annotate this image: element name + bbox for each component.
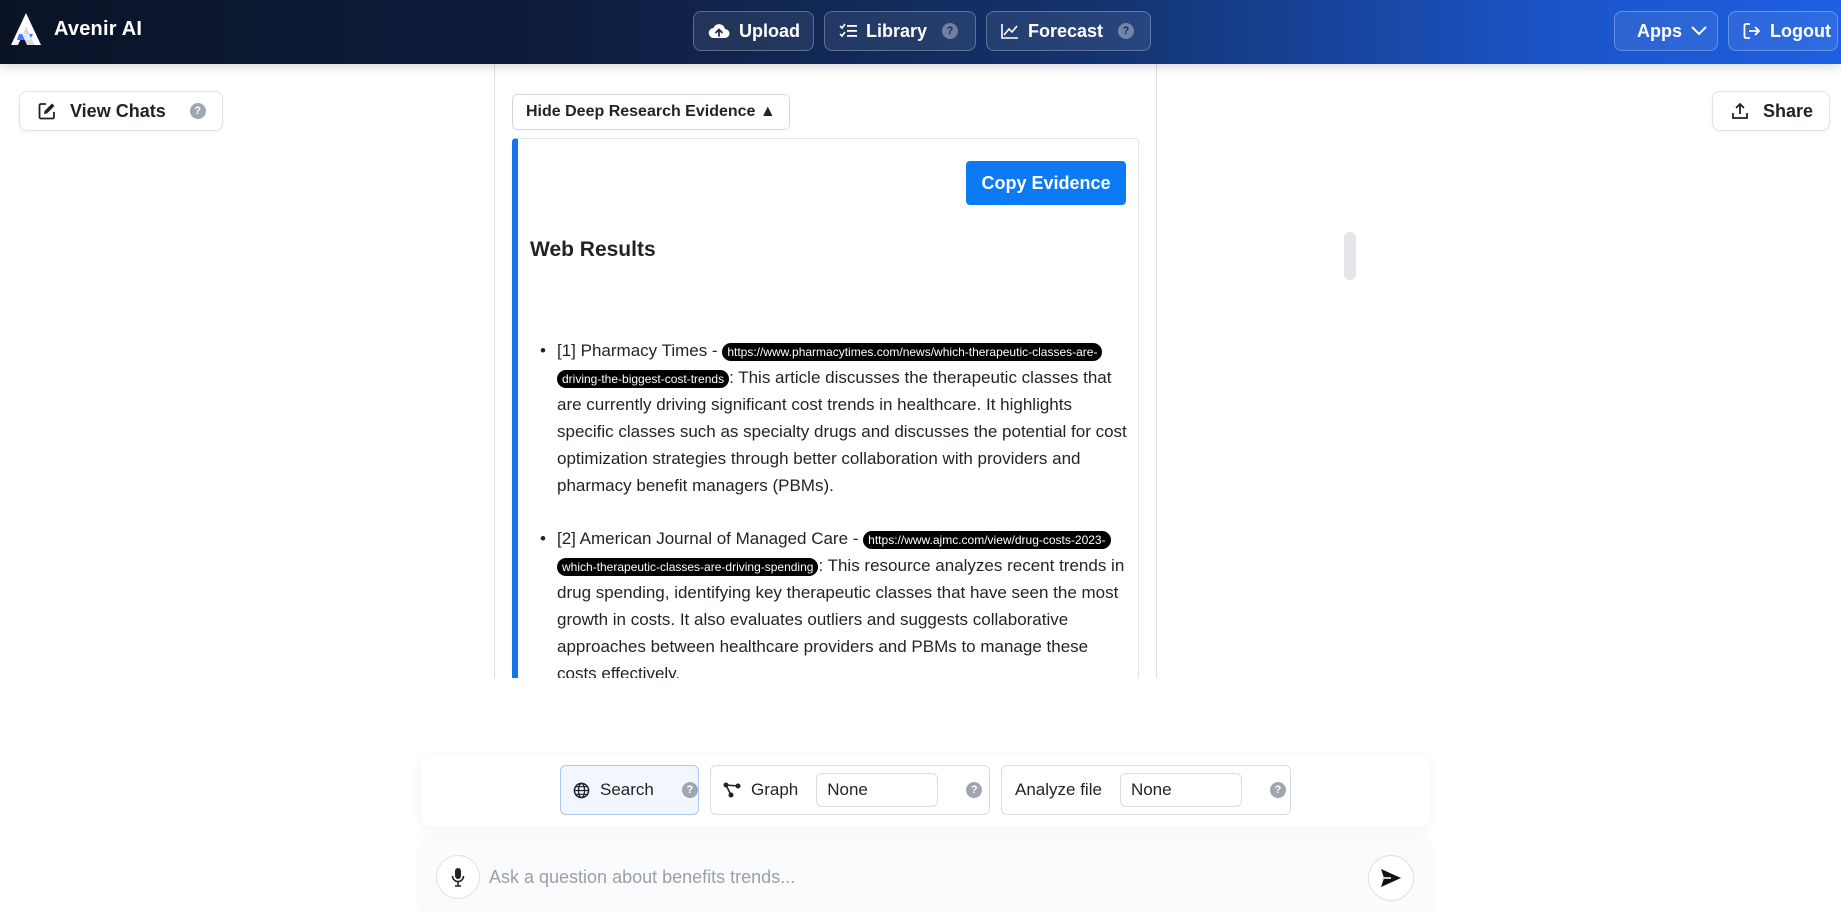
send-button[interactable]: [1368, 855, 1414, 901]
app-name: Avenir AI: [54, 17, 143, 40]
globe-icon: [573, 782, 590, 798]
chat-input-bar: [421, 838, 1430, 913]
share-button[interactable]: Share: [1712, 91, 1830, 131]
search-help-icon[interactable]: ?: [681, 782, 698, 798]
logout-button[interactable]: Logout: [1728, 11, 1838, 51]
search-toggle[interactable]: Search ?: [560, 765, 699, 815]
graph-label: Graph: [751, 780, 799, 799]
tool-options-panel: Search ? Graph None ? Analyze file None …: [421, 756, 1430, 826]
top-navigation-bar: Avenir AI Upload Library ? Forecast ? Ap…: [0, 0, 1841, 64]
view-chats-label: View Chats: [70, 100, 166, 121]
search-label: Search: [600, 780, 654, 799]
library-button[interactable]: Library ?: [824, 11, 976, 51]
list-checks-icon: [839, 23, 857, 38]
brand[interactable]: Avenir AI: [10, 12, 142, 46]
chevron-down-icon: [1691, 26, 1707, 36]
graph-nodes-icon: [723, 782, 741, 798]
copy-evidence-button[interactable]: Copy Evidence: [966, 161, 1126, 205]
list-item: [2] American Journal of Managed Care - h…: [540, 525, 1130, 678]
edit-icon: [38, 103, 55, 120]
evidence-panel: Copy Evidence Web Results [1] Pharmacy T…: [512, 138, 1139, 678]
result-source: [2] American Journal of Managed Care -: [557, 529, 864, 548]
apps-label: Apps: [1637, 20, 1682, 41]
forecast-label: Forecast: [1028, 20, 1104, 41]
chat-message-column: Hide Deep Research Evidence ▲ Copy Evide…: [494, 64, 1157, 678]
library-help-icon[interactable]: ?: [942, 23, 959, 39]
result-source: [1] Pharmacy Times -: [557, 341, 723, 360]
library-label: Library: [866, 20, 928, 41]
cloud-upload-icon: [708, 24, 730, 39]
view-chats-button[interactable]: View Chats ?: [19, 91, 223, 131]
avenir-logo-icon: [11, 13, 41, 45]
logout-label: Logout: [1770, 20, 1831, 41]
hide-evidence-toggle[interactable]: Hide Deep Research Evidence ▲: [512, 94, 790, 130]
logout-icon: [1743, 23, 1761, 39]
web-results-heading: Web Results: [530, 238, 656, 261]
upload-label: Upload: [739, 20, 800, 41]
chat-question-input[interactable]: [489, 858, 1289, 896]
scrollbar-thumb[interactable]: [1344, 232, 1356, 280]
analyze-file-select[interactable]: None: [1119, 773, 1242, 807]
forecast-button[interactable]: Forecast ?: [986, 11, 1151, 51]
send-icon: [1381, 869, 1401, 887]
graph-help-icon[interactable]: ?: [966, 782, 983, 798]
upload-button[interactable]: Upload: [693, 11, 814, 51]
microphone-button[interactable]: [436, 855, 480, 899]
web-results-list: [1] Pharmacy Times - https://www.pharmac…: [540, 337, 1130, 678]
analyze-file-help-icon[interactable]: ?: [1269, 782, 1286, 798]
analyze-file-label: Analyze file: [1015, 780, 1102, 799]
forecast-help-icon[interactable]: ?: [1118, 23, 1135, 39]
microphone-icon: [451, 868, 465, 887]
share-label: Share: [1762, 100, 1813, 121]
line-chart-icon: [1001, 24, 1018, 39]
upload-share-icon: [1732, 102, 1748, 119]
view-chats-help-icon[interactable]: ?: [189, 103, 206, 119]
list-item: [1] Pharmacy Times - https://www.pharmac…: [540, 337, 1130, 499]
analyze-file-tool: Analyze file None ?: [1001, 765, 1291, 815]
apps-menu-button[interactable]: Apps: [1614, 11, 1718, 51]
graph-select[interactable]: None: [816, 773, 939, 807]
graph-tool: Graph None ?: [710, 765, 990, 815]
